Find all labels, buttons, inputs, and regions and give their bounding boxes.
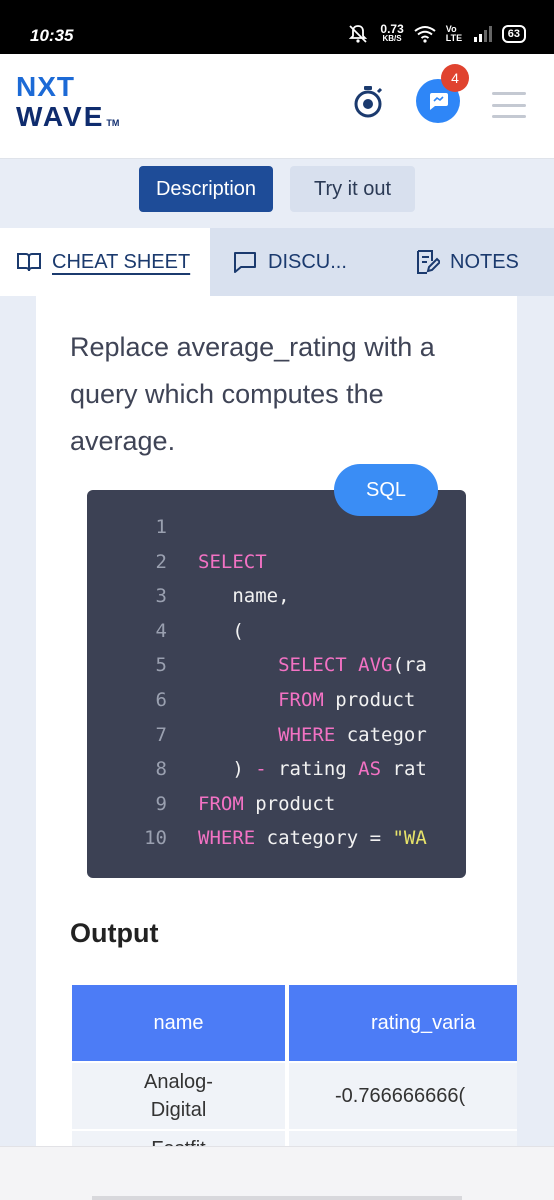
tab-label: CHEAT SHEET bbox=[52, 250, 191, 273]
table-cell-name: Fastfit bbox=[72, 1131, 285, 1146]
code-text: SELECT bbox=[198, 550, 267, 573]
tab-cheat-sheet[interactable]: CHEAT SHEET bbox=[0, 228, 210, 296]
line-number: 2 bbox=[155, 550, 167, 573]
code-line: 4 ( bbox=[87, 614, 466, 648]
table-cell-rating bbox=[289, 1131, 517, 1146]
line-number: 10 bbox=[144, 827, 167, 850]
output-heading: Output bbox=[70, 918, 159, 948]
code-text: name, bbox=[198, 585, 290, 608]
code-language-badge: SQL bbox=[334, 464, 438, 516]
status-time: 10:35 bbox=[30, 26, 74, 45]
code-text: WHERE categor bbox=[278, 723, 427, 746]
code-line: 3 name, bbox=[87, 579, 466, 613]
code-text: FROM product bbox=[198, 792, 336, 815]
status-bar: 10:35 0.73 KB/S Vo LTE 63 bbox=[0, 0, 554, 54]
bottom-nav-bar bbox=[0, 1146, 554, 1200]
status-icons: 0.73 KB/S Vo LTE 63 bbox=[346, 22, 526, 44]
cheat-sheet-content: Replace average_rating with a query whic… bbox=[36, 296, 517, 1146]
tab-label: NOTES bbox=[450, 250, 519, 273]
app-header: NXT WAVE TM 4 bbox=[0, 54, 554, 159]
code-line: 7 WHERE categor bbox=[87, 718, 466, 752]
code-line: 2 SELECT bbox=[87, 545, 466, 579]
code-text: FROM product bbox=[278, 689, 416, 711]
code-line: 6 FROM product bbox=[87, 683, 466, 717]
notes-edit-icon bbox=[417, 250, 440, 274]
line-number: 4 bbox=[155, 619, 167, 642]
signal-icon bbox=[473, 26, 492, 42]
code-block: 1 2 SELECT 3 name, 4 (5 SELECT AVG(ra 6 FROM … bbox=[87, 490, 466, 878]
table-cell-name: Analog-Digital bbox=[72, 1063, 285, 1129]
line-number: 6 bbox=[155, 689, 167, 711]
code-line: 8 ) - rating AS rat bbox=[87, 752, 466, 786]
navigation-handle bbox=[92, 1196, 462, 1200]
code-text: WHERE category = "WA bbox=[198, 827, 427, 850]
code-line: 5 SELECT AVG(ra bbox=[87, 648, 466, 682]
wifi-icon bbox=[414, 26, 436, 43]
code-text: SELECT AVG(ra bbox=[278, 654, 427, 677]
code-line: 9 FROM product bbox=[87, 787, 466, 821]
volte-indicator: Vo LTE bbox=[445, 24, 463, 43]
nxtwave-logo[interactable]: NXT WAVE TM bbox=[16, 72, 119, 138]
line-number: 1 bbox=[155, 516, 167, 538]
code-text: ( bbox=[198, 619, 244, 642]
instruction-text: Replace average_rating with a query whic… bbox=[70, 332, 435, 456]
try-it-out-button[interactable]: Try it out bbox=[290, 166, 415, 212]
line-number: 5 bbox=[155, 654, 167, 677]
line-number: 3 bbox=[155, 585, 167, 608]
tab-discussions[interactable]: DISCU... bbox=[232, 228, 347, 296]
tab-label: DISCU... bbox=[268, 250, 347, 273]
notification-badge: 4 bbox=[441, 64, 469, 92]
tab-notes[interactable]: NOTES bbox=[414, 228, 519, 296]
description-button[interactable]: Description bbox=[139, 166, 273, 212]
tab-bar: CHEAT SHEET DISCU... NOTES bbox=[0, 228, 554, 296]
network-speed: 0.73 KB/S bbox=[380, 22, 404, 43]
mute-bell-icon bbox=[349, 25, 368, 43]
line-number: 7 bbox=[155, 723, 167, 746]
hamburger-menu-icon[interactable] bbox=[492, 92, 526, 118]
code-text: ) - rating AS rat bbox=[198, 758, 427, 781]
line-number: 9 bbox=[155, 792, 167, 815]
chat-bubble-icon bbox=[234, 252, 256, 273]
table-header-name: name bbox=[72, 985, 285, 1061]
table-header-rating-variance: rating_varia bbox=[289, 985, 517, 1061]
stopwatch-icon[interactable] bbox=[350, 84, 386, 120]
code-line: 10 WHERE category = "WA bbox=[87, 821, 466, 855]
battery-icon: 63 bbox=[501, 25, 526, 43]
table-cell-rating: -0.766666666( bbox=[289, 1063, 517, 1129]
view-toggle: Description Try it out bbox=[0, 166, 554, 212]
chat-icon bbox=[430, 93, 448, 110]
line-number: 8 bbox=[155, 758, 167, 781]
book-icon bbox=[17, 253, 41, 272]
